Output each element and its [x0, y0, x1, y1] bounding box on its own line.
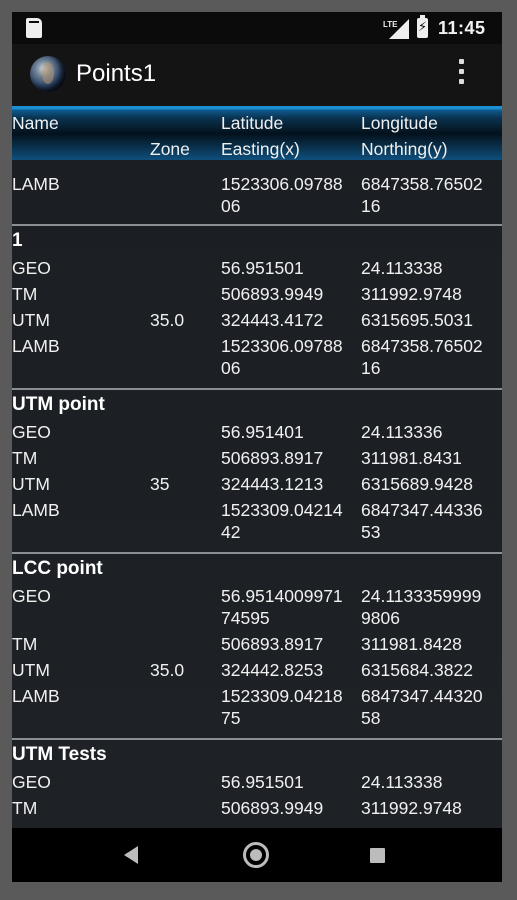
zone-value: 35.0: [150, 660, 185, 680]
back-icon[interactable]: [124, 846, 138, 864]
point-type-label: GEO: [12, 586, 51, 606]
group-separator: [12, 552, 502, 554]
status-bar: LTE ⚡ 11:45: [12, 12, 502, 44]
longitude-northing-value: 6315684.3822: [361, 660, 473, 680]
latitude-easting-value: 56.951501: [221, 258, 304, 278]
longitude-northing-value: 16: [361, 196, 381, 216]
longitude-northing-value: 311981.8431: [361, 448, 462, 468]
longitude-northing-value: 311992.9748: [361, 284, 462, 304]
point-type-label: TM: [12, 448, 38, 468]
zone-value: 35.0: [150, 310, 185, 330]
navigation-bar: [12, 828, 502, 882]
zone-value: 35: [150, 474, 170, 494]
point-type-label: LAMB: [12, 500, 60, 520]
group-separator: [12, 738, 502, 740]
longitude-northing-value: 24.113338: [361, 258, 443, 278]
point-type-label: LAMB: [12, 174, 60, 194]
point-group-title: LCC point: [12, 558, 103, 579]
app-title: Points1: [76, 60, 157, 87]
phone-screen: LTE ⚡ 11:45 Points1 Name Latitude Longit…: [12, 12, 502, 882]
latitude-easting-value: 75: [221, 708, 241, 728]
point-type-label: TM: [12, 634, 38, 654]
group-separator: [12, 388, 502, 390]
app-bar: Points1: [12, 44, 502, 106]
latitude-easting-value: 56.9514009971: [221, 586, 343, 606]
longitude-northing-value: 6315689.9428: [361, 474, 473, 494]
header-zone: Zone: [150, 139, 190, 159]
longitude-northing-value: 24.113338: [361, 772, 443, 792]
header-northing: Northing(y): [361, 139, 448, 159]
longitude-northing-value: 311992.9748: [361, 798, 462, 818]
point-type-label: LAMB: [12, 336, 60, 356]
latitude-easting-value: 324443.1213: [221, 474, 324, 494]
latitude-easting-value: 506893.8917: [221, 634, 324, 654]
latitude-easting-value: 74595: [221, 608, 270, 628]
longitude-northing-value: 16: [361, 358, 381, 378]
header-longitude: Longitude: [361, 113, 438, 133]
longitude-northing-value: 311981.8428: [361, 634, 462, 654]
sd-card-icon: [26, 18, 42, 38]
latitude-easting-value: 42: [221, 522, 241, 542]
point-type-label: UTM: [12, 474, 50, 494]
status-time: 11:45: [438, 18, 486, 38]
point-type-label: UTM: [12, 310, 50, 330]
point-type-label: GEO: [12, 772, 51, 792]
points-table-body[interactable]: LAMB 1523306.09788 06 6847358.76502 16 1 GEO 56…: [12, 160, 502, 828]
point-type-label: LAMB: [12, 686, 60, 706]
longitude-northing-value: 9806: [361, 608, 400, 628]
latitude-easting-value: 324443.4172: [221, 310, 324, 330]
latitude-easting-value: 1523306.09788: [221, 336, 343, 356]
latitude-easting-value: 506893.9949: [221, 284, 324, 304]
latitude-easting-value: 506893.9949: [221, 798, 324, 818]
globe-icon: [30, 56, 66, 92]
longitude-northing-value: 6315695.5031: [361, 310, 473, 330]
point-group-title: UTM Tests: [12, 744, 107, 765]
latitude-easting-value: 06: [221, 196, 241, 216]
battery-glyph: ⚡: [418, 19, 428, 34]
longitude-northing-value: 6847358.76502: [361, 336, 483, 356]
point-group-title: UTM point: [12, 394, 105, 415]
longitude-northing-value: 6847347.44320: [361, 686, 483, 706]
group-separator: [12, 224, 502, 226]
latitude-easting-value: 1523306.09788: [221, 174, 343, 194]
longitude-northing-value: 6847347.44336: [361, 500, 483, 520]
header-easting: Easting(x): [221, 139, 300, 159]
point-type-label: UTM: [12, 660, 50, 680]
point-type-label: GEO: [12, 422, 51, 442]
longitude-northing-value: 24.1133359999: [361, 586, 482, 606]
overflow-menu-icon[interactable]: [456, 59, 466, 91]
longitude-northing-value: 6847358.76502: [361, 174, 483, 194]
header-name: Name: [12, 113, 59, 133]
point-type-label: TM: [12, 798, 38, 818]
latitude-easting-value: 56.951501: [221, 772, 304, 792]
lte-signal-icon: LTE: [383, 19, 409, 39]
battery-charging-icon: ⚡: [417, 15, 428, 38]
point-group-title: 1: [12, 230, 23, 251]
recents-icon[interactable]: [370, 848, 385, 863]
latitude-easting-value: 1523309.04218: [221, 686, 343, 706]
latitude-easting-value: 506893.8917: [221, 448, 324, 468]
network-label: LTE: [383, 20, 398, 29]
longitude-northing-value: 24.113336: [361, 422, 443, 442]
header-latitude: Latitude: [221, 113, 284, 133]
longitude-northing-value: 58: [361, 708, 381, 728]
latitude-easting-value: 324442.8253: [221, 660, 324, 680]
latitude-easting-value: 06: [221, 358, 241, 378]
latitude-easting-value: 1523309.04214: [221, 500, 343, 520]
point-type-label: TM: [12, 284, 38, 304]
home-icon[interactable]: [243, 842, 269, 868]
longitude-northing-value: 53: [361, 522, 381, 542]
latitude-easting-value: 56.951401: [221, 422, 304, 442]
table-header: Name Latitude Longitude Zone Easting(x) …: [12, 106, 502, 160]
point-type-label: GEO: [12, 258, 51, 278]
